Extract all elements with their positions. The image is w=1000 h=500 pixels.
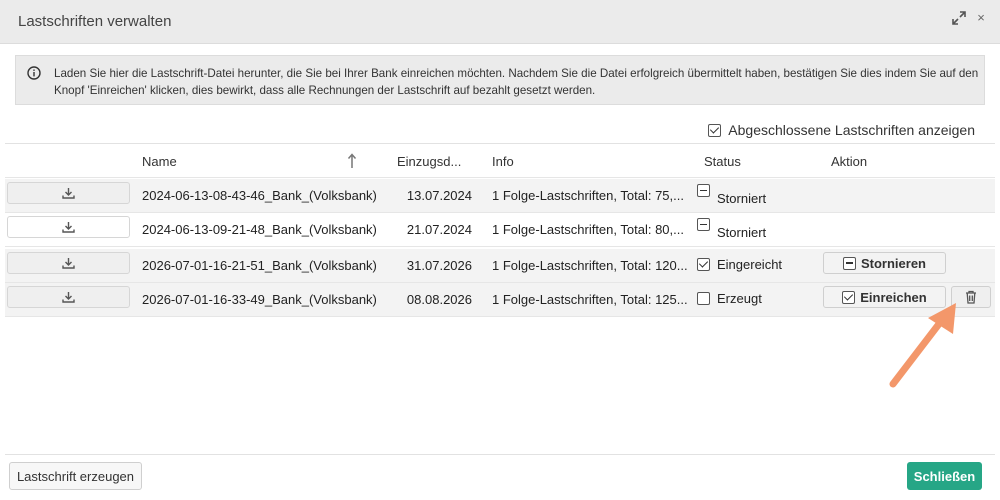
info-icon <box>27 66 41 80</box>
status-cancelled-icon <box>697 218 710 231</box>
download-button[interactable] <box>7 182 130 204</box>
row-info: 1 Folge-Lastschriften, Total: 75,... <box>492 188 684 203</box>
row-date: 13.07.2024 <box>406 188 472 203</box>
download-icon <box>62 222 75 233</box>
row-status: Storniert <box>697 218 766 240</box>
status-cancelled-icon <box>697 184 710 197</box>
show-closed-checkbox[interactable] <box>708 123 722 137</box>
row-name: 2026-07-01-16-33-49_Bank_(Volksbank) <box>142 292 377 307</box>
column-header-name[interactable]: Name <box>142 154 177 169</box>
cancel-icon <box>842 256 856 270</box>
row-info: 1 Folge-Lastschriften, Total: 80,... <box>492 222 684 237</box>
dialog-title: Lastschriften verwalten <box>18 13 172 30</box>
table-header: Name Einzugsd... Info Status Aktion <box>5 144 995 178</box>
row-date: 21.07.2024 <box>406 222 472 237</box>
row-name: 2024-06-13-09-21-48_Bank_(Volksbank) <box>142 222 377 237</box>
info-text: Laden Sie hier die Lastschrift-Datei her… <box>54 67 979 97</box>
create-lastschrift-button[interactable]: Lastschrift erzeugen <box>9 462 142 490</box>
download-icon <box>62 188 75 199</box>
column-header-status[interactable]: Status <box>704 154 741 169</box>
info-box: Laden Sie hier die Lastschrift-Datei her… <box>15 55 985 105</box>
status-submitted-icon <box>697 258 710 271</box>
column-header-date[interactable]: Einzugsd... <box>397 154 461 169</box>
download-button[interactable] <box>7 252 130 274</box>
window-controls: × <box>952 11 988 25</box>
expand-icon[interactable] <box>952 11 966 25</box>
table-row: 2026-07-01-16-21-51_Bank_(Volksbank) 31.… <box>5 249 995 283</box>
table-row: 2024-06-13-09-21-48_Bank_(Volksbank) 21.… <box>5 213 995 247</box>
dialog-titlebar: Lastschriften verwalten × <box>0 0 1000 44</box>
column-header-action: Aktion <box>831 154 868 169</box>
annotation-arrow-icon <box>889 303 956 388</box>
column-header-info[interactable]: Info <box>492 154 514 169</box>
trash-icon <box>966 290 976 304</box>
show-closed-toggle[interactable]: Abgeschlossene Lastschriften anzeigen <box>708 122 975 138</box>
status-label: Eingereicht <box>717 257 783 272</box>
status-label: Erzeugt <box>717 291 762 306</box>
table-row: 2026-07-01-16-33-49_Bank_(Volksbank) 08.… <box>5 283 995 317</box>
cancel-lastschrift-button[interactable]: Stornieren <box>823 252 946 274</box>
status-label: Storniert <box>717 225 767 240</box>
row-date: 08.08.2026 <box>406 292 472 307</box>
row-info: 1 Folge-Lastschriften, Total: 120... <box>492 258 688 273</box>
row-info: 1 Folge-Lastschriften, Total: 125... <box>492 292 688 307</box>
row-status: Eingereicht <box>697 257 782 272</box>
sort-ascending-icon[interactable] <box>347 153 357 169</box>
download-button[interactable] <box>7 286 130 308</box>
cancel-button-label: Stornieren <box>860 255 926 271</box>
lastschrift-table: Name Einzugsd... Info Status Aktion 2024… <box>5 143 995 455</box>
download-button[interactable] <box>7 216 130 238</box>
close-dialog-button[interactable]: Schließen <box>907 462 982 490</box>
table-row: 2024-06-13-08-43-46_Bank_(Volksbank) 13.… <box>5 179 995 213</box>
close-icon[interactable]: × <box>974 11 988 25</box>
row-status: Erzeugt <box>697 291 762 306</box>
show-closed-label: Abgeschlossene Lastschriften anzeigen <box>728 122 975 138</box>
download-icon <box>62 258 75 269</box>
status-label: Storniert <box>717 191 767 206</box>
submit-icon <box>842 290 856 304</box>
row-name: 2024-06-13-08-43-46_Bank_(Volksbank) <box>142 188 377 203</box>
row-date: 31.07.2026 <box>406 258 472 273</box>
status-created-icon <box>697 292 710 305</box>
download-icon <box>62 292 75 303</box>
row-name: 2026-07-01-16-21-51_Bank_(Volksbank) <box>142 258 377 273</box>
row-status: Storniert <box>697 184 766 206</box>
